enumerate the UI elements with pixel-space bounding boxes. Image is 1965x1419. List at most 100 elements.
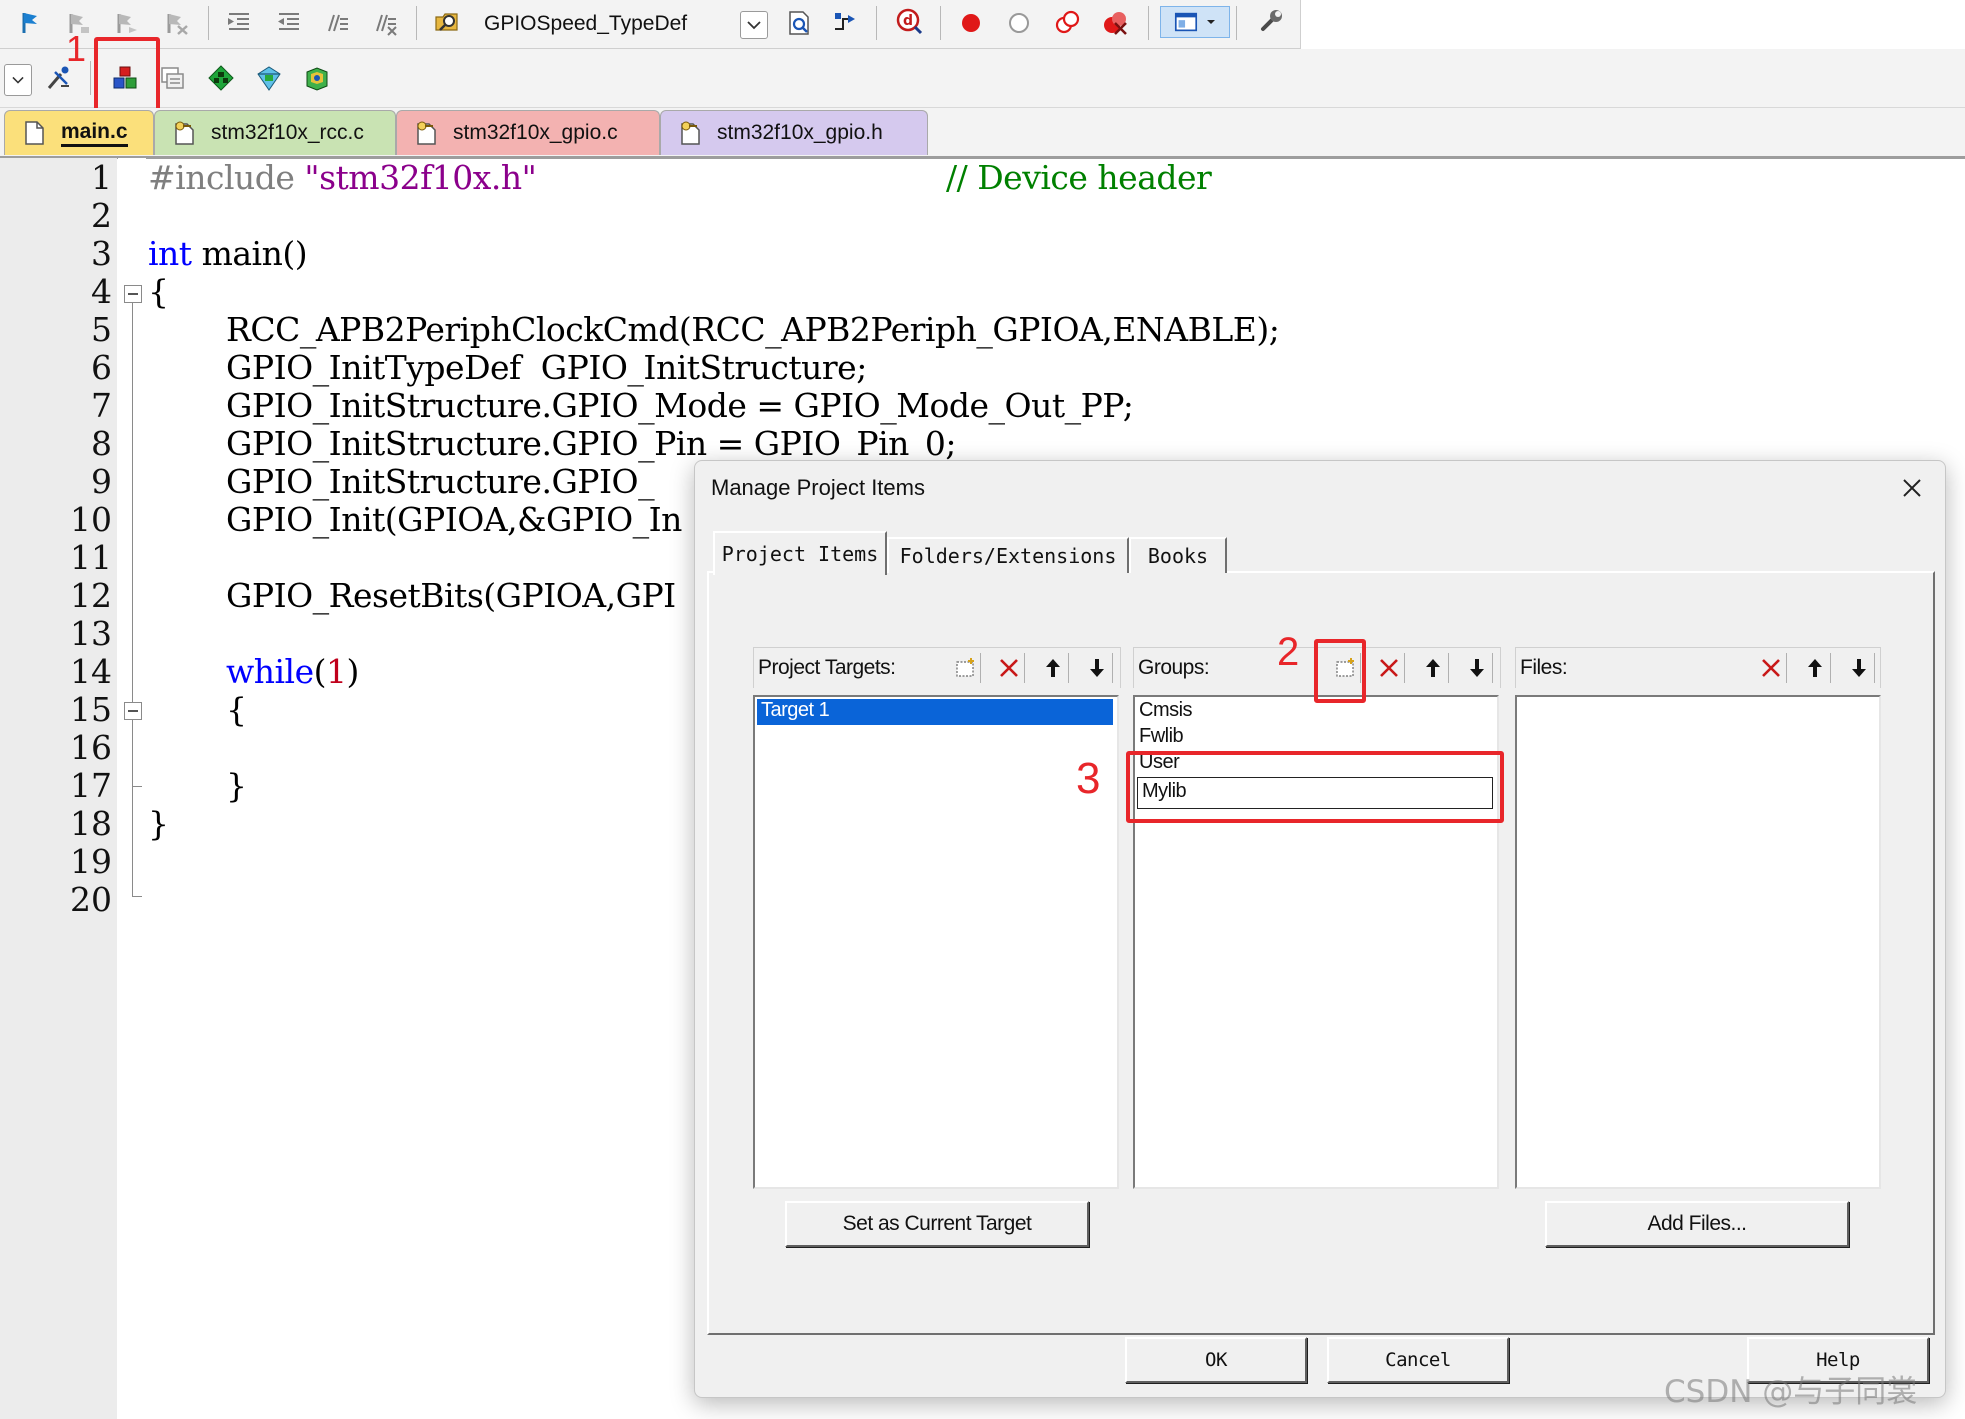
incremental-find-icon[interactable] bbox=[830, 8, 860, 38]
move-file-down-button[interactable] bbox=[1844, 653, 1875, 683]
fold-collapse-icon[interactable] bbox=[124, 702, 142, 720]
toolbar-separator bbox=[90, 61, 91, 95]
configure-icon[interactable] bbox=[1256, 6, 1286, 36]
debug-session-icon[interactable]: d bbox=[894, 6, 924, 36]
chevron-down-icon[interactable] bbox=[740, 11, 768, 39]
new-target-button[interactable] bbox=[950, 653, 981, 683]
code-line-4[interactable]: { bbox=[148, 272, 169, 311]
next-bookmark-icon[interactable] bbox=[112, 8, 142, 38]
list-item[interactable]: Cmsis bbox=[1139, 699, 1193, 722]
select-packs-icon[interactable] bbox=[158, 63, 188, 93]
tab-folders-extensions[interactable]: Folders/Extensions bbox=[887, 537, 1129, 573]
code-line-14[interactable]: while(1) bbox=[226, 652, 359, 691]
move-file-up-button[interactable] bbox=[1800, 653, 1831, 683]
books-icon[interactable] bbox=[302, 63, 332, 93]
code-line-15[interactable]: { bbox=[226, 690, 247, 729]
clear-bookmarks-icon[interactable] bbox=[162, 8, 192, 38]
toolbar-separator bbox=[1236, 6, 1237, 40]
library-file-icon bbox=[175, 121, 194, 145]
uncomment-icon[interactable] bbox=[370, 8, 400, 38]
code-line-17[interactable]: } bbox=[226, 766, 247, 805]
keyword: int bbox=[148, 234, 192, 273]
find-in-files-icon[interactable] bbox=[432, 6, 462, 36]
step-2-label: 2 bbox=[1277, 630, 1300, 674]
list-item[interactable]: Target 1 bbox=[757, 699, 1113, 725]
fold-collapse-icon[interactable] bbox=[124, 285, 142, 303]
tab-main-c[interactable]: main.c bbox=[4, 110, 154, 155]
add-files-button[interactable]: Add Files... bbox=[1545, 1201, 1849, 1247]
tab-stm32f10x-rcc-c[interactable]: stm32f10x_rcc.c bbox=[154, 110, 396, 155]
delete-icon bbox=[1000, 659, 1018, 677]
breakpoint-icon[interactable] bbox=[956, 8, 986, 38]
window-layout-button[interactable] bbox=[1160, 6, 1230, 38]
tab-project-items[interactable]: Project Items bbox=[713, 531, 887, 575]
svg-text:d: d bbox=[903, 13, 913, 29]
step-1-label: 1 bbox=[66, 28, 87, 69]
step-3-label: 3 bbox=[1076, 754, 1101, 803]
code-line-12[interactable]: GPIO_ResetBits(GPIOA,GPI bbox=[226, 576, 676, 615]
ok-button[interactable]: OK bbox=[1125, 1337, 1307, 1383]
arrow-up-icon bbox=[1046, 659, 1060, 677]
library-file-icon bbox=[417, 121, 436, 145]
files-list[interactable] bbox=[1515, 695, 1881, 1189]
move-target-up-button[interactable] bbox=[1038, 653, 1069, 683]
bookmark-icon[interactable] bbox=[16, 8, 46, 38]
tab-books[interactable]: Books bbox=[1129, 537, 1227, 573]
move-group-up-button[interactable] bbox=[1418, 653, 1449, 683]
line-number: 17 bbox=[70, 766, 112, 805]
indent-icon[interactable] bbox=[224, 8, 254, 38]
arrow-down-icon bbox=[1090, 659, 1104, 677]
dialog-title: Manage Project Items bbox=[711, 475, 925, 500]
line-number: 3 bbox=[91, 234, 112, 273]
code-line-3[interactable]: int main() bbox=[148, 234, 308, 273]
line-number: 12 bbox=[70, 576, 112, 615]
code-line-18[interactable]: } bbox=[148, 804, 169, 843]
line-number: 16 bbox=[70, 728, 112, 767]
header-file-icon bbox=[681, 121, 700, 145]
project-targets-header: Project Targets: bbox=[753, 647, 1121, 688]
code-line-1[interactable]: #include "stm32f10x.h" bbox=[148, 158, 537, 197]
number-literal: 1 bbox=[326, 652, 347, 691]
code-line-10[interactable]: GPIO_Init(GPIOA,&GPIO_In bbox=[226, 500, 682, 539]
comment-icon[interactable] bbox=[322, 8, 352, 38]
arrow-up-icon bbox=[1808, 659, 1822, 677]
groups-label: Groups: bbox=[1138, 656, 1210, 679]
line-number: 14 bbox=[70, 652, 112, 691]
disable-all-breakpoints-icon[interactable] bbox=[1052, 8, 1082, 38]
delete-target-button[interactable] bbox=[994, 653, 1025, 683]
paren: ) bbox=[346, 652, 360, 691]
delete-icon bbox=[1762, 659, 1780, 677]
project-targets-list[interactable]: Target 1 bbox=[753, 695, 1119, 1189]
kill-all-breakpoints-icon[interactable] bbox=[1100, 8, 1130, 38]
move-target-down-button[interactable] bbox=[1082, 653, 1113, 683]
delete-file-button[interactable] bbox=[1756, 653, 1787, 683]
pack-installer-icon[interactable] bbox=[254, 63, 284, 93]
close-icon[interactable] bbox=[1897, 473, 1927, 503]
cancel-button[interactable]: Cancel bbox=[1327, 1337, 1509, 1383]
chevron-down-icon[interactable] bbox=[4, 64, 32, 96]
code-line-5[interactable]: RCC_APB2PeriphClockCmd(RCC_APB2Periph_GP… bbox=[226, 310, 1280, 349]
list-item[interactable]: Fwlib bbox=[1139, 725, 1184, 748]
step-2-highlight bbox=[1314, 639, 1366, 703]
line-number: 9 bbox=[91, 462, 112, 501]
find-icon[interactable] bbox=[784, 8, 814, 38]
find-combo[interactable]: GPIOSpeed_TypeDef bbox=[476, 8, 770, 39]
step-1-highlight bbox=[94, 37, 160, 119]
code-line-9[interactable]: GPIO_InitStructure.GPIO_ bbox=[226, 462, 655, 501]
set-as-current-target-button[interactable]: Set as Current Target bbox=[785, 1201, 1089, 1247]
toolbar-separator bbox=[208, 6, 209, 40]
code-line-7[interactable]: GPIO_InitStructure.GPIO_Mode = GPIO_Mode… bbox=[226, 386, 1134, 425]
disable-breakpoint-icon[interactable] bbox=[1004, 8, 1034, 38]
code-line-8[interactable]: GPIO_InitStructure.GPIO_Pin = GPIO_Pin_0… bbox=[226, 424, 957, 463]
fold-line bbox=[132, 303, 133, 897]
code-line-6[interactable]: GPIO_InitTypeDef GPIO_InitStructure; bbox=[226, 348, 867, 387]
tab-stm32f10x-gpio-c[interactable]: stm32f10x_gpio.c bbox=[396, 110, 660, 155]
delete-group-button[interactable] bbox=[1374, 653, 1405, 683]
manage-rte-icon[interactable] bbox=[206, 63, 236, 93]
tab-stm32f10x-gpio-h[interactable]: stm32f10x_gpio.h bbox=[660, 110, 928, 155]
move-group-down-button[interactable] bbox=[1462, 653, 1493, 683]
unindent-icon[interactable] bbox=[274, 8, 304, 38]
toolbar-separator bbox=[1148, 6, 1149, 40]
include-string: "stm32f10x.h" bbox=[304, 158, 537, 197]
toolbar-separator bbox=[416, 6, 417, 40]
